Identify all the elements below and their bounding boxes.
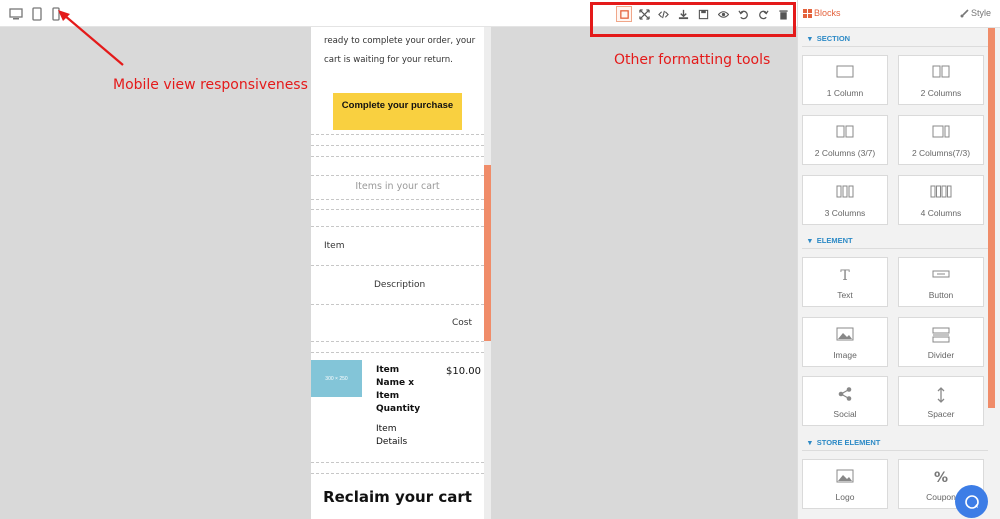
- image-icon: [836, 327, 854, 341]
- canvas-scrollbar-thumb[interactable]: [484, 165, 491, 341]
- divider: [311, 265, 484, 266]
- two-columns-icon: [932, 65, 950, 78]
- intro-line-1: ready to complete your order, your: [324, 36, 476, 46]
- button-icon: [932, 270, 950, 278]
- divider-icon: [932, 327, 950, 343]
- items-in-cart-heading: Items in your cart: [355, 181, 440, 192]
- svg-text:%: %: [934, 470, 948, 485]
- block-image[interactable]: Image: [802, 317, 888, 367]
- divider: [311, 341, 484, 342]
- one-column-icon: [836, 65, 854, 78]
- column-item-label: Item: [324, 241, 345, 251]
- share-icon: [838, 387, 852, 401]
- reclaim-cart-heading: Reclaim your cart: [323, 488, 472, 506]
- product-price: $10.00: [446, 366, 481, 377]
- divider: [311, 134, 484, 135]
- style-tab[interactable]: Style: [960, 8, 991, 18]
- panel-header: Blocks Style: [798, 0, 1000, 28]
- complete-purchase-button[interactable]: Complete your purchase: [333, 93, 462, 130]
- caret-down-icon: ▾: [808, 33, 812, 43]
- divider: [311, 352, 484, 353]
- grid-icon: [803, 8, 812, 18]
- caret-down-icon: ▾: [808, 235, 812, 245]
- block-text[interactable]: T Text: [802, 257, 888, 307]
- tools-highlight-box: [590, 2, 796, 37]
- divider: [311, 199, 484, 200]
- section-group-header[interactable]: ▾ SECTION: [798, 29, 988, 47]
- chat-support-button[interactable]: [955, 485, 988, 518]
- block-spacer[interactable]: Spacer: [898, 376, 984, 426]
- logo-image-icon: [836, 469, 854, 483]
- divider: [311, 304, 484, 305]
- svg-text:T: T: [840, 268, 850, 283]
- two-columns-73-icon: [932, 125, 950, 138]
- intro-line-2: cart is waiting for your return.: [324, 55, 453, 65]
- column-description-label: Description: [374, 280, 426, 290]
- email-preview: ~~~~ ~~~~~~~ ~~ ~~~ ready to complete yo…: [311, 27, 484, 519]
- chat-bubble-icon: [964, 494, 979, 509]
- divider: [311, 209, 484, 210]
- block-3-columns[interactable]: 3 Columns: [802, 175, 888, 225]
- divider: [311, 473, 484, 474]
- divider: [311, 145, 484, 146]
- element-group-header[interactable]: ▾ ELEMENT: [798, 231, 988, 249]
- divider: [311, 156, 484, 157]
- four-columns-icon: [930, 185, 952, 198]
- product-image-placeholder: 300 × 250: [311, 360, 362, 397]
- panel-scrollbar[interactable]: [988, 28, 995, 408]
- annotation-arrow: [58, 10, 124, 66]
- block-2-columns-37[interactable]: 2 Columns (3/7): [802, 115, 888, 165]
- caret-down-icon: ▾: [808, 437, 812, 447]
- block-logo[interactable]: Logo: [802, 459, 888, 509]
- text-icon: T: [840, 268, 850, 283]
- store-element-group-header[interactable]: ▾ STORE ELEMENT: [798, 433, 988, 451]
- percent-icon: %: [934, 470, 948, 485]
- column-cost-label: Cost: [452, 318, 473, 328]
- divider: [311, 462, 484, 463]
- block-2-columns[interactable]: 2 Columns: [898, 55, 984, 105]
- tools-annotation-label: Other formatting tools: [614, 52, 771, 68]
- block-2-columns-73[interactable]: 2 Columns(7/3): [898, 115, 984, 165]
- blocks-panel: Blocks Style ▾ SECTION 1 Column 2 Columns…: [797, 0, 1000, 519]
- desktop-icon[interactable]: [9, 7, 23, 21]
- divider: [311, 175, 484, 176]
- tablet-icon[interactable]: [30, 7, 44, 21]
- brush-icon: [960, 8, 969, 17]
- three-columns-icon: [836, 185, 854, 198]
- block-social[interactable]: Social: [802, 376, 888, 426]
- two-columns-37-icon: [836, 125, 854, 138]
- editor-canvas: ~~~~ ~~~~~~~ ~~ ~~~ ready to complete yo…: [0, 27, 797, 519]
- block-1-column[interactable]: 1 Column: [802, 55, 888, 105]
- block-4-columns[interactable]: 4 Columns: [898, 175, 984, 225]
- blocks-tab[interactable]: Blocks: [803, 8, 841, 18]
- block-button[interactable]: Button: [898, 257, 984, 307]
- mobile-annotation-label: Mobile view responsiveness: [113, 77, 308, 93]
- divider: [311, 226, 484, 227]
- block-divider[interactable]: Divider: [898, 317, 984, 367]
- spacer-icon: [937, 387, 945, 403]
